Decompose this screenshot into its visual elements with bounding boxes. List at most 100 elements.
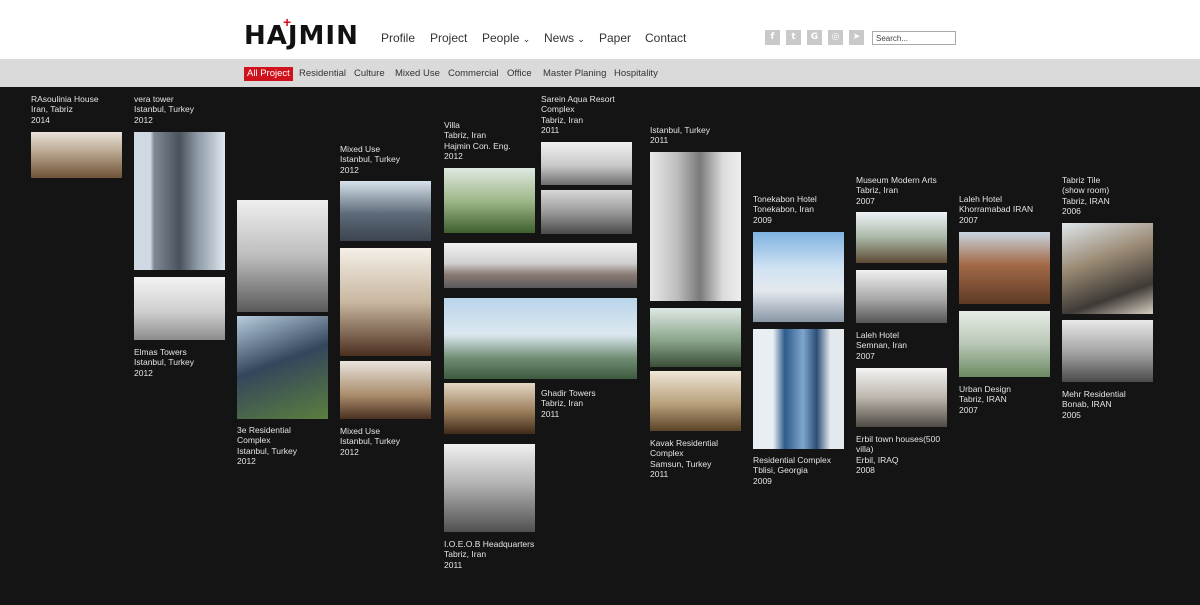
caption-line: Tabriz, Iran xyxy=(541,114,584,125)
project-image-kavak-2[interactable] xyxy=(650,371,741,431)
nav-project[interactable]: Project xyxy=(430,31,467,45)
caption-line: Khorramabad IRAN xyxy=(959,204,1034,215)
project-caption-mixed-use-1: Mixed Use Istanbul, Turkey 2012 xyxy=(340,144,400,175)
project-image-mixed-use-2[interactable] xyxy=(340,361,431,419)
google-plus-icon[interactable]: G xyxy=(807,30,822,45)
caption-line: Istanbul, Turkey xyxy=(340,154,401,165)
caption-line: Tabriz, IRAN xyxy=(1062,195,1110,206)
caption-line: 2006 xyxy=(1062,206,1081,217)
caption-line: Erbil town houses(500 xyxy=(856,434,941,444)
caption-line: Urban Design xyxy=(959,384,1011,394)
project-image-elmas-towers[interactable] xyxy=(134,277,225,340)
project-caption-laleh-khorramabad: Laleh Hotel Khorramabad IRAN 2007 xyxy=(959,194,1033,225)
project-caption-rasoulinia: RAsoulinia House Iran, Tabriz 2014 xyxy=(31,94,99,125)
caption-line: 2012 xyxy=(134,114,153,125)
project-caption-ioeob: I.O.E.O.B Headquarters Tabriz, Iran 2011 xyxy=(444,539,534,570)
nav-news-label: News xyxy=(544,31,575,45)
filter-mixed-use[interactable]: Mixed Use xyxy=(392,67,443,81)
project-image-sarein-1[interactable] xyxy=(541,142,632,185)
project-image-museum-modern-arts[interactable] xyxy=(856,212,947,263)
project-image-laleh-semnan[interactable] xyxy=(856,270,947,323)
project-caption-museum: Museum Modern Arts Tabriz, Iran 2007 xyxy=(856,175,937,206)
project-image-3e-residential-2[interactable] xyxy=(237,316,328,419)
caption-line: Tblisi, Georgia xyxy=(753,465,808,476)
project-image-erbil-town-houses[interactable] xyxy=(856,368,947,427)
caption-line: Hajmin Con. Eng. xyxy=(444,140,511,151)
instagram-icon[interactable]: ◎ xyxy=(828,30,843,45)
project-image-mixed-use-interior[interactable] xyxy=(340,248,431,356)
caption-line: Mehr Residential xyxy=(1062,389,1126,399)
caption-line: Istanbul, Turkey xyxy=(650,125,711,135)
caption-line: 2012 xyxy=(237,456,256,467)
nav-news[interactable]: News ⌄ xyxy=(544,31,585,45)
caption-line: Kavak Residential xyxy=(650,438,719,448)
project-image-rasoulinia[interactable] xyxy=(31,132,122,178)
caption-line: Tabriz, Iran xyxy=(444,549,487,560)
project-image-mixed-use-1[interactable] xyxy=(340,181,431,241)
caption-line: Complex xyxy=(237,435,271,446)
project-image-residential-tbilisi[interactable] xyxy=(753,329,844,449)
caption-line: 2009 xyxy=(753,475,772,486)
filter-residential[interactable]: Residential xyxy=(296,67,349,81)
caption-line: Elmas Towers xyxy=(134,347,187,357)
caption-line: Mixed Use xyxy=(340,144,381,154)
project-image-tabriz-tile[interactable] xyxy=(1062,223,1153,314)
project-caption-vera: vera tower Istanbul, Turkey 2012 xyxy=(134,94,194,125)
caption-line: 2011 xyxy=(650,135,669,146)
project-image-mehr-residential[interactable] xyxy=(1062,320,1153,382)
project-image-sarein-panorama[interactable] xyxy=(444,243,637,288)
project-caption-3e: 3e Residential Complex Istanbul, Turkey … xyxy=(237,425,297,467)
chevron-down-icon: ⌄ xyxy=(577,34,585,44)
project-image-villa[interactable] xyxy=(444,168,535,233)
filter-office[interactable]: Office xyxy=(504,67,535,81)
caption-line: 2011 xyxy=(541,408,560,419)
project-image-3e-residential-1[interactable] xyxy=(237,200,328,312)
project-image-ghadir-interior[interactable] xyxy=(444,383,535,434)
caption-line: Laleh Hotel xyxy=(959,194,1003,204)
caption-line: I.O.E.O.B Headquarters xyxy=(444,539,535,549)
caption-line: Mixed Use xyxy=(340,426,381,436)
twitter-icon[interactable]: t xyxy=(786,30,801,45)
nav-contact[interactable]: Contact xyxy=(645,31,686,45)
project-image-vera-tower[interactable] xyxy=(134,132,225,270)
caption-line: Sarein Aqua Resort xyxy=(541,94,615,104)
project-caption-erbil: Erbil town houses(500 villa) Erbil, IRAQ… xyxy=(856,434,940,476)
search-input[interactable] xyxy=(872,31,956,45)
telegram-icon[interactable]: ➤ xyxy=(849,30,864,45)
caption-line: Tabriz, Iran xyxy=(541,398,584,409)
filter-culture[interactable]: Culture xyxy=(351,67,388,81)
caption-line: (show room) xyxy=(1062,185,1110,196)
caption-line: vera tower xyxy=(134,94,174,104)
nav-profile[interactable]: Profile xyxy=(381,31,415,45)
caption-line: 2012 xyxy=(444,151,463,162)
project-image-urban-design[interactable] xyxy=(959,311,1050,377)
project-caption-tabriz-tile: Tabriz Tile (show room) Tabriz, IRAN 200… xyxy=(1062,175,1110,217)
caption-line: Semnan, Iran xyxy=(856,340,908,351)
project-caption-ghadir: Ghadir Towers Tabriz, Iran 2011 xyxy=(541,388,596,419)
caption-line: Istanbul, Turkey xyxy=(134,357,195,368)
caption-line: Bonab, IRAN xyxy=(1062,399,1112,410)
caption-line: 3e Residential xyxy=(237,425,291,435)
project-caption-elmas: Elmas Towers Istanbul, Turkey 2012 xyxy=(134,347,194,378)
caption-line: Istanbul, Turkey xyxy=(134,104,195,115)
caption-line: Ghadir Towers xyxy=(541,388,596,398)
project-image-ghadir-panorama[interactable] xyxy=(444,298,637,379)
facebook-icon[interactable]: f xyxy=(765,30,780,45)
caption-line: villa) xyxy=(856,444,874,455)
filter-commercial[interactable]: Commercial xyxy=(445,67,502,81)
caption-line: Complex xyxy=(650,448,684,459)
project-image-kavak-1[interactable] xyxy=(650,308,741,367)
caption-line: 2005 xyxy=(1062,409,1081,420)
project-image-istanbul-tower[interactable] xyxy=(650,152,741,301)
filter-hospitality[interactable]: Hospitality xyxy=(611,67,661,81)
project-image-laleh-khorramabad[interactable] xyxy=(959,232,1050,304)
nav-people[interactable]: People ⌄ xyxy=(482,31,530,45)
filter-all-project[interactable]: All Project xyxy=(244,67,293,81)
project-image-sarein-2[interactable] xyxy=(541,190,632,234)
logo[interactable]: HAJMIN xyxy=(244,22,359,50)
nav-paper[interactable]: Paper xyxy=(599,31,631,45)
project-image-tonekabon-hotel[interactable] xyxy=(753,232,844,322)
caption-line: RAsoulinia House xyxy=(31,94,99,104)
filter-master-planing[interactable]: Master Planing xyxy=(540,67,609,81)
project-image-ioeob-headquarters[interactable] xyxy=(444,444,535,532)
